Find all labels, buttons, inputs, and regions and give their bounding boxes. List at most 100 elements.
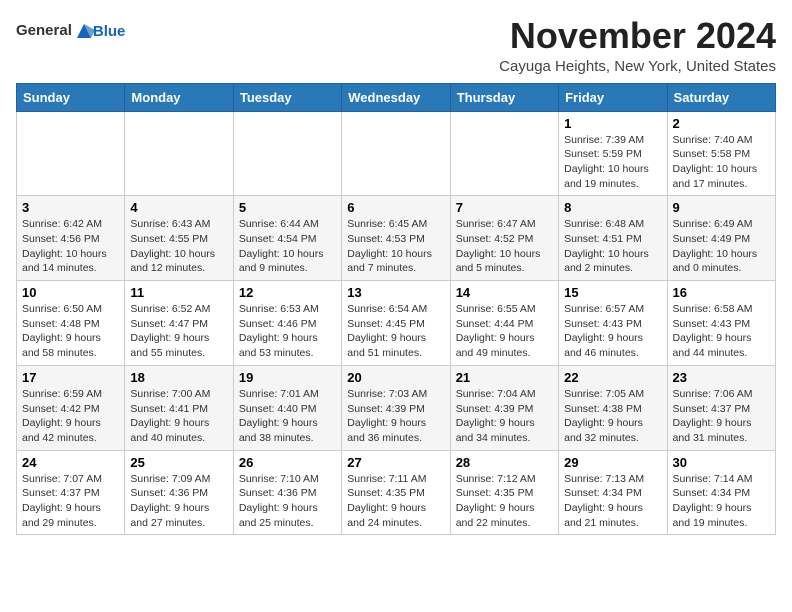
day-info: Sunrise: 6:54 AMSunset: 4:45 PMDaylight:… <box>347 302 444 361</box>
day-number: 1 <box>564 116 661 131</box>
weekday-header-friday: Friday <box>559 83 667 111</box>
calendar-cell: 5 Sunrise: 6:44 AMSunset: 4:54 PMDaylight… <box>233 196 341 281</box>
calendar-cell <box>233 111 341 196</box>
day-number: 30 <box>673 455 770 470</box>
weekday-header-sunday: Sunday <box>17 83 125 111</box>
calendar-cell: 11 Sunrise: 6:52 AMSunset: 4:47 PMDayligh… <box>125 281 233 366</box>
day-number: 15 <box>564 285 661 300</box>
day-info: Sunrise: 7:04 AMSunset: 4:39 PMDaylight:… <box>456 387 553 446</box>
day-number: 28 <box>456 455 553 470</box>
calendar-cell: 20 Sunrise: 7:03 AMSunset: 4:39 PMDayligh… <box>342 365 450 450</box>
calendar-cell: 8 Sunrise: 6:48 AMSunset: 4:51 PMDaylight… <box>559 196 667 281</box>
calendar-cell: 12Sunrise: 6:53 AMSunset: 4:46 PMDayligh… <box>233 281 341 366</box>
day-number: 20 <box>347 370 444 385</box>
day-number: 26 <box>239 455 336 470</box>
calendar-cell: 14Sunrise: 6:55 AMSunset: 4:44 PMDayligh… <box>450 281 558 366</box>
day-info: Sunrise: 7:11 AMSunset: 4:35 PMDaylight:… <box>347 472 444 531</box>
day-number: 9 <box>673 200 770 215</box>
calendar-cell: 16 Sunrise: 6:58 AMSunset: 4:43 PMDayligh… <box>667 281 775 366</box>
day-info: Sunrise: 7:09 AMSunset: 4:36 PMDaylight:… <box>130 472 227 531</box>
calendar-cell: 1 Sunrise: 7:39 AMSunset: 5:59 PMDaylight… <box>559 111 667 196</box>
weekday-header-saturday: Saturday <box>667 83 775 111</box>
logo-blue: Blue <box>93 23 126 40</box>
weekday-header-thursday: Thursday <box>450 83 558 111</box>
day-number: 5 <box>239 200 336 215</box>
day-number: 4 <box>130 200 227 215</box>
day-number: 11 <box>130 285 227 300</box>
day-info: Sunrise: 7:03 AMSunset: 4:39 PMDaylight:… <box>347 387 444 446</box>
day-info: Sunrise: 7:14 AMSunset: 4:34 PMDaylight:… <box>673 472 770 531</box>
day-number: 14 <box>456 285 553 300</box>
calendar-cell: 6Sunrise: 6:45 AMSunset: 4:53 PMDaylight… <box>342 196 450 281</box>
day-number: 12 <box>239 285 336 300</box>
day-number: 16 <box>673 285 770 300</box>
day-info: Sunrise: 6:50 AMSunset: 4:48 PMDaylight:… <box>22 302 119 361</box>
calendar-cell: 25 Sunrise: 7:09 AMSunset: 4:36 PMDayligh… <box>125 450 233 535</box>
calendar-cell: 24Sunrise: 7:07 AMSunset: 4:37 PMDayligh… <box>17 450 125 535</box>
weekday-header-monday: Monday <box>125 83 233 111</box>
calendar-week-row: 1 Sunrise: 7:39 AMSunset: 5:59 PMDaylight… <box>17 111 776 196</box>
day-info: Sunrise: 6:44 AMSunset: 4:54 PMDaylight:… <box>239 217 336 276</box>
logo-general: General <box>16 22 72 39</box>
day-number: 3 <box>22 200 119 215</box>
day-info: Sunrise: 6:57 AMSunset: 4:43 PMDaylight:… <box>564 302 661 361</box>
day-number: 7 <box>456 200 553 215</box>
day-number: 18 <box>130 370 227 385</box>
logo-icon <box>73 20 95 42</box>
day-number: 8 <box>564 200 661 215</box>
calendar-week-row: 3 Sunrise: 6:42 AMSunset: 4:56 PMDaylight… <box>17 196 776 281</box>
day-info: Sunrise: 6:45 AMSunset: 4:53 PMDaylight:… <box>347 217 444 276</box>
calendar-cell: 19Sunrise: 7:01 AMSunset: 4:40 PMDayligh… <box>233 365 341 450</box>
day-info: Sunrise: 7:12 AMSunset: 4:35 PMDaylight:… <box>456 472 553 531</box>
day-number: 19 <box>239 370 336 385</box>
calendar-week-row: 24Sunrise: 7:07 AMSunset: 4:37 PMDayligh… <box>17 450 776 535</box>
calendar-cell: 28 Sunrise: 7:12 AMSunset: 4:35 PMDayligh… <box>450 450 558 535</box>
weekday-header-wednesday: Wednesday <box>342 83 450 111</box>
month-title: November 2024 <box>499 16 776 56</box>
logo: General Blue <box>16 20 125 42</box>
calendar-cell: 27 Sunrise: 7:11 AMSunset: 4:35 PMDayligh… <box>342 450 450 535</box>
day-info: Sunrise: 7:00 AMSunset: 4:41 PMDaylight:… <box>130 387 227 446</box>
calendar-table: SundayMondayTuesdayWednesdayThursdayFrid… <box>16 83 776 536</box>
day-info: Sunrise: 7:39 AMSunset: 5:59 PMDaylight:… <box>564 133 661 192</box>
location-subtitle: Cayuga Heights, New York, United States <box>499 58 776 75</box>
calendar-week-row: 10 Sunrise: 6:50 AMSunset: 4:48 PMDayligh… <box>17 281 776 366</box>
day-info: Sunrise: 6:42 AMSunset: 4:56 PMDaylight:… <box>22 217 119 276</box>
calendar-cell: 15 Sunrise: 6:57 AMSunset: 4:43 PMDayligh… <box>559 281 667 366</box>
day-info: Sunrise: 7:06 AMSunset: 4:37 PMDaylight:… <box>673 387 770 446</box>
calendar-cell <box>125 111 233 196</box>
day-info: Sunrise: 6:48 AMSunset: 4:51 PMDaylight:… <box>564 217 661 276</box>
calendar-cell: 26Sunrise: 7:10 AMSunset: 4:36 PMDayligh… <box>233 450 341 535</box>
weekday-header-row: SundayMondayTuesdayWednesdayThursdayFrid… <box>17 83 776 111</box>
day-info: Sunrise: 6:52 AMSunset: 4:47 PMDaylight:… <box>130 302 227 361</box>
day-number: 22 <box>564 370 661 385</box>
day-number: 13 <box>347 285 444 300</box>
day-number: 27 <box>347 455 444 470</box>
day-info: Sunrise: 7:40 AMSunset: 5:58 PMDaylight:… <box>673 133 770 192</box>
day-number: 23 <box>673 370 770 385</box>
page-header: General Blue November 2024 Cayuga Height… <box>16 16 776 75</box>
calendar-cell: 2 Sunrise: 7:40 AMSunset: 5:58 PMDaylight… <box>667 111 775 196</box>
calendar-cell: 21 Sunrise: 7:04 AMSunset: 4:39 PMDayligh… <box>450 365 558 450</box>
day-number: 2 <box>673 116 770 131</box>
day-info: Sunrise: 7:05 AMSunset: 4:38 PMDaylight:… <box>564 387 661 446</box>
weekday-header-tuesday: Tuesday <box>233 83 341 111</box>
day-info: Sunrise: 7:07 AMSunset: 4:37 PMDaylight:… <box>22 472 119 531</box>
day-number: 25 <box>130 455 227 470</box>
calendar-cell: 17Sunrise: 6:59 AMSunset: 4:42 PMDayligh… <box>17 365 125 450</box>
calendar-cell: 10 Sunrise: 6:50 AMSunset: 4:48 PMDayligh… <box>17 281 125 366</box>
calendar-cell <box>450 111 558 196</box>
day-info: Sunrise: 6:59 AMSunset: 4:42 PMDaylight:… <box>22 387 119 446</box>
day-info: Sunrise: 7:13 AMSunset: 4:34 PMDaylight:… <box>564 472 661 531</box>
calendar-cell: 7Sunrise: 6:47 AMSunset: 4:52 PMDaylight… <box>450 196 558 281</box>
day-info: Sunrise: 6:43 AMSunset: 4:55 PMDaylight:… <box>130 217 227 276</box>
day-number: 21 <box>456 370 553 385</box>
calendar-week-row: 17Sunrise: 6:59 AMSunset: 4:42 PMDayligh… <box>17 365 776 450</box>
calendar-cell: 4 Sunrise: 6:43 AMSunset: 4:55 PMDaylight… <box>125 196 233 281</box>
calendar-cell: 29Sunrise: 7:13 AMSunset: 4:34 PMDayligh… <box>559 450 667 535</box>
day-number: 10 <box>22 285 119 300</box>
calendar-cell: 23 Sunrise: 7:06 AMSunset: 4:37 PMDayligh… <box>667 365 775 450</box>
calendar-cell: 3 Sunrise: 6:42 AMSunset: 4:56 PMDaylight… <box>17 196 125 281</box>
day-info: Sunrise: 6:58 AMSunset: 4:43 PMDaylight:… <box>673 302 770 361</box>
title-block: November 2024 Cayuga Heights, New York, … <box>499 16 776 75</box>
